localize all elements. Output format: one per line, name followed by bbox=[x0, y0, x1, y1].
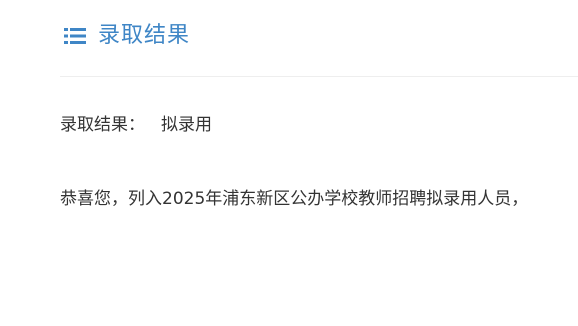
section-title: 录取结果 bbox=[98, 23, 191, 48]
congratulation-message: 恭喜您，列入2025年浦东新区公办学校教师招聘拟录用人员， bbox=[60, 189, 529, 209]
admission-result-value: 拟录用 bbox=[161, 115, 212, 135]
list-icon bbox=[64, 27, 86, 45]
admission-result-label: 录取结果： bbox=[60, 115, 145, 135]
admission-result-line: 录取结果： 拟录用 bbox=[60, 113, 212, 137]
section-header: 录取结果 bbox=[64, 20, 190, 52]
divider bbox=[60, 76, 578, 77]
admission-result-panel: 录取结果 录取结果： 拟录用 恭喜您，列入2025年浦东新区公办学校教师招聘拟录用… bbox=[0, 0, 578, 326]
